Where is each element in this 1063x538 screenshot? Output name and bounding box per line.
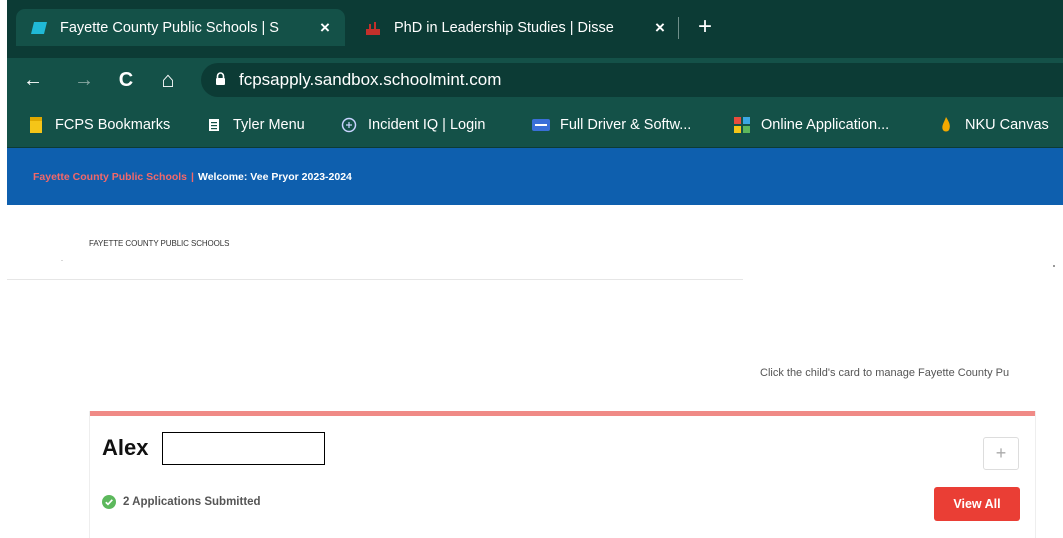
home-icon[interactable]: ⌂ — [154, 66, 182, 94]
header-divider — [7, 279, 743, 280]
district-logo[interactable]: FAYETTE COUNTY PUBLIC SCHOOLS — [89, 239, 229, 248]
bookmark-online-application[interactable]: Online Application... — [733, 116, 889, 134]
tab-title: Fayette County Public Schools | S — [60, 19, 279, 36]
redacted-last-name — [162, 432, 325, 465]
browser-toolbar: ← → C ⌂ fcpsapply.sandbox.schoolmint.com — [7, 58, 1063, 104]
flame-icon — [937, 116, 955, 134]
window-edge — [0, 0, 7, 538]
bookmark-fcps[interactable]: FCPS Bookmarks — [27, 116, 170, 134]
bookmark-tyler-menu[interactable]: Tyler Menu — [205, 116, 305, 134]
tab-phd[interactable]: PhD in Leadership Studies | Disse × — [350, 9, 680, 46]
folder-icon — [27, 116, 45, 134]
card-accent-bar — [90, 411, 1035, 416]
bookmark-label: NKU Canvas — [965, 117, 1049, 133]
status-text: 2 Applications Submitted — [123, 496, 261, 508]
back-icon[interactable]: ← — [19, 66, 47, 94]
incident-iq-icon — [340, 116, 358, 134]
check-circle-icon — [102, 495, 116, 509]
instructions-text: Click the child's card to manage Fayette… — [760, 367, 1010, 379]
lock-icon — [215, 72, 226, 91]
application-status: 2 Applications Submitted — [102, 495, 261, 509]
bookmark-label: Tyler Menu — [233, 117, 305, 133]
application-icon — [733, 116, 751, 134]
bookmark-full-driver[interactable]: Full Driver & Softw... — [532, 116, 691, 134]
tab-close-icon[interactable]: × — [648, 16, 672, 40]
bookmark-incident-iq[interactable]: Incident IQ | Login — [340, 116, 485, 134]
tab-title: PhD in Leadership Studies | Disse — [394, 19, 614, 36]
add-application-button[interactable]: + — [983, 437, 1019, 470]
bookmark-label: FCPS Bookmarks — [55, 117, 171, 133]
new-tab-icon[interactable]: + — [693, 15, 717, 40]
browser-tab-bar: Fayette County Public Schools | S × PhD … — [7, 0, 1063, 58]
welcome-text: Welcome: Vee Pryor 2023-2024 — [197, 171, 352, 183]
address-bar[interactable]: fcpsapply.sandbox.schoolmint.com — [201, 63, 1063, 97]
view-all-button[interactable]: View All — [934, 487, 1020, 521]
university-favicon-icon — [364, 19, 382, 37]
child-name: Alex — [102, 435, 149, 460]
tab-separator — [678, 17, 679, 39]
site-name-link[interactable]: Fayette County Public Schools — [33, 171, 187, 183]
bookmarks-bar: FCPS Bookmarks Tyler Menu Incident IQ | … — [7, 104, 1063, 148]
bookmark-label: Full Driver & Softw... — [560, 117, 692, 133]
site-separator: | — [191, 171, 194, 183]
tab-fcps[interactable]: Fayette County Public Schools | S × — [16, 9, 345, 46]
reload-icon[interactable]: C — [112, 66, 140, 94]
bookmark-label: Incident IQ | Login — [368, 117, 486, 133]
url-text: fcpsapply.sandbox.schoolmint.com — [239, 70, 502, 89]
bookmark-label: Online Application... — [761, 117, 890, 133]
bookmark-nku-canvas[interactable]: NKU Canvas — [937, 116, 1049, 134]
forward-icon[interactable]: → — [70, 66, 98, 94]
child-card[interactable]: Alex + 2 Applications Submitted View All — [89, 411, 1036, 538]
schoolmint-favicon-icon — [30, 19, 48, 37]
tab-close-icon[interactable]: × — [313, 16, 337, 40]
document-icon — [205, 116, 223, 134]
divider-mark — [1053, 265, 1055, 267]
divider-mark — [61, 260, 63, 261]
dell-icon — [532, 116, 550, 134]
site-header: Fayette County Public Schools | Welcome: V… — [7, 148, 1063, 205]
site-header-text: Fayette County Public Schools | Welcome: V… — [33, 171, 352, 183]
